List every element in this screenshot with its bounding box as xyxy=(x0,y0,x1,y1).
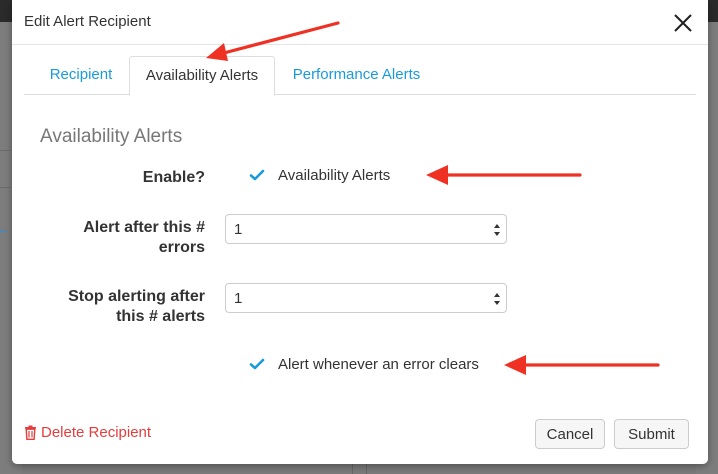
alert-after-label-line1: Alert after this # xyxy=(83,219,205,236)
alert-after-label-line2: errors xyxy=(158,239,205,256)
stop-alerting-label-line1: Stop alerting after xyxy=(68,288,205,305)
annotation-arrow xyxy=(206,21,340,61)
cancel-button[interactable]: Cancel xyxy=(535,419,605,449)
alert-after-label: Alert after this # errors xyxy=(32,218,205,258)
section-title: Availability Alerts xyxy=(40,126,183,147)
availability-alerts-checkbox-label: Availability Alerts xyxy=(278,166,391,184)
dialog-header: Edit Alert Recipient xyxy=(12,0,708,45)
background-glyph: ⌐ xyxy=(0,222,9,238)
background-divider xyxy=(0,187,10,188)
stop-alerting-select[interactable]: 1 xyxy=(225,283,507,313)
availability-alerts-checkbox[interactable]: Availability Alerts xyxy=(248,166,390,184)
close-icon xyxy=(674,14,692,32)
checkmark-icon xyxy=(249,358,265,370)
annotation-arrow xyxy=(504,355,660,375)
alert-after-select[interactable]: 1 xyxy=(225,214,507,244)
error-clears-checkbox[interactable]: Alert whenever an error clears xyxy=(248,355,479,373)
submit-button[interactable]: Submit xyxy=(614,419,689,449)
alert-after-value: 1 xyxy=(234,221,243,238)
error-clears-checkbox-label: Alert whenever an error clears xyxy=(278,355,479,373)
delete-recipient-link[interactable]: Delete Recipient xyxy=(24,424,151,441)
dialog-title: Edit Alert Recipient xyxy=(24,13,151,30)
select-arrows-icon xyxy=(494,293,500,305)
edit-alert-recipient-dialog: Edit Alert Recipient Recipient Availabil… xyxy=(12,0,708,464)
delete-recipient-label: Delete Recipient xyxy=(41,424,152,441)
stop-alerting-value: 1 xyxy=(234,290,243,307)
checkmark-icon xyxy=(249,169,265,181)
enable-label: Enable? xyxy=(142,169,205,186)
select-arrows-icon xyxy=(494,224,500,236)
tab-recipient[interactable]: Recipient xyxy=(36,56,126,93)
tab-bar: Recipient Availability Alerts Performanc… xyxy=(24,56,696,96)
background-divider xyxy=(0,150,10,151)
close-button[interactable] xyxy=(672,12,694,34)
annotation-arrow xyxy=(426,165,582,185)
stop-alerting-label: Stop alerting after this # alerts xyxy=(32,287,205,327)
trash-icon xyxy=(25,425,36,440)
stop-alerting-label-line2: this # alerts xyxy=(116,308,205,325)
